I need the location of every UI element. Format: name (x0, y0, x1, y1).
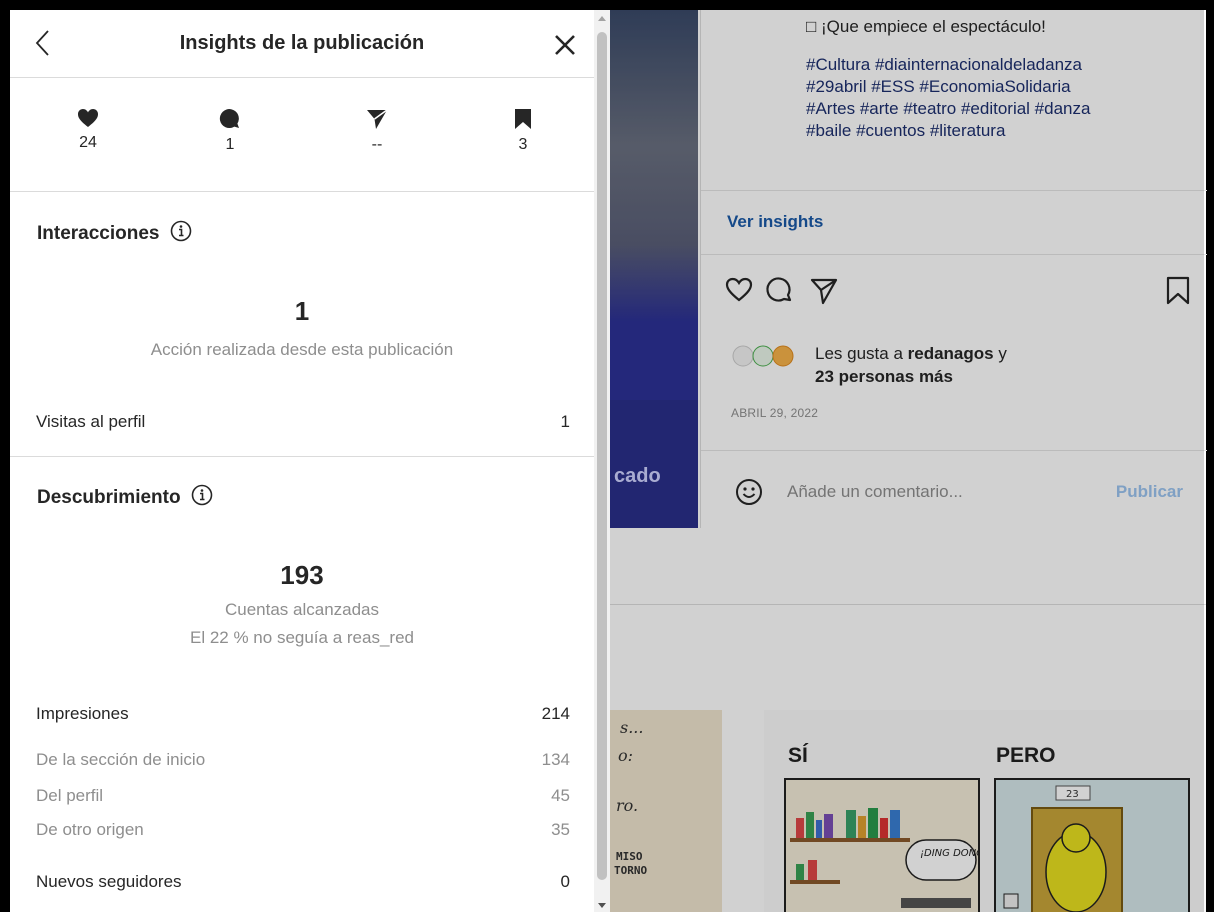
info-icon[interactable] (170, 220, 192, 242)
liker-avatars-icon (732, 345, 794, 367)
scroll-down-arrow-icon[interactable] (598, 903, 606, 908)
saves-stat: 3 (493, 108, 553, 154)
like-heart-icon[interactable] (725, 276, 753, 304)
new-followers-row: Nuevos seguidores 0 (36, 872, 570, 892)
likes-count: 24 (79, 134, 97, 151)
impressions-breakdown-row: De otro origen 35 (36, 820, 570, 840)
likes-others[interactable]: 23 personas más (815, 367, 953, 386)
info-icon[interactable] (191, 484, 213, 506)
impressions-label: Impresiones (36, 704, 129, 723)
profile-visits-row: Visitas al perfil 1 (36, 412, 570, 432)
impressions-breakdown-row: De la sección de inicio 134 (36, 750, 570, 770)
bookmark-icon (515, 109, 531, 129)
breakdown-value: 45 (551, 786, 570, 805)
accounts-reached-caption: Cuentas alcanzadas (224, 600, 380, 619)
comic-panel-bookshelf: ¡DING DONG! (784, 778, 980, 912)
post-date: ABRIL 29, 2022 (731, 406, 819, 420)
impressions-breakdown-row: Del perfil 45 (36, 786, 570, 806)
profile-visits-label: Visitas al perfil (36, 412, 146, 431)
likes-stat: 24 (58, 108, 118, 152)
share-icon (367, 109, 388, 129)
comment-input[interactable]: Añade un comentario... (787, 482, 963, 502)
divider (610, 604, 1206, 605)
scroll-up-arrow-icon[interactable] (598, 16, 606, 21)
comments-stat: 1 (200, 108, 260, 154)
post-caption: □ ¡Que empiece el espectáculo! #Cultura … (806, 16, 1196, 142)
insights-modal: Insights de la publicación 24 1 -- 3 Int… (10, 10, 594, 912)
likes-prefix: Les gusta a (815, 344, 908, 363)
comic-bubble-text: ¡DING DONG! (920, 848, 980, 859)
discovery-title: Descubrimiento (37, 487, 181, 508)
hashtag-line[interactable]: #baile #cuentos #literatura (806, 120, 1196, 142)
comic-label-left: SÍ (788, 744, 808, 767)
door-number: 23 (1066, 789, 1079, 800)
breakdown-value: 35 (551, 820, 570, 839)
liker-username[interactable]: redanagos (908, 344, 994, 363)
shares-stat: -- (347, 108, 407, 154)
interactions-heading: Interacciones (37, 220, 192, 245)
modal-title: Insights de la publicación (179, 32, 425, 54)
saves-count: 3 (518, 136, 528, 153)
divider (10, 456, 594, 457)
comments-count: 1 (225, 136, 235, 153)
interactions-caption: Acción realizada desde esta publicación (150, 340, 454, 359)
breakdown-value: 134 (541, 750, 570, 769)
interactions-value: 1 (294, 296, 310, 326)
scrollbar-thumb[interactable] (597, 32, 607, 880)
comment-box: Añade un comentario... Publicar (725, 476, 1195, 508)
profile-visits-value: 1 (560, 412, 570, 431)
comment-bubble-icon[interactable] (765, 276, 795, 306)
comic-panel-door: 23 (994, 778, 1190, 912)
discovery-heading: Descubrimiento (37, 484, 213, 509)
divider (701, 190, 1207, 191)
accounts-reached-value: 193 (280, 560, 324, 590)
comment-icon (219, 109, 239, 129)
related-post-thumbnail[interactable]: s... o: ro. MISO TORNO (610, 710, 722, 912)
emoji-smile-icon[interactable] (735, 478, 763, 506)
post-actions (725, 276, 1195, 310)
impressions-value: 214 (541, 704, 570, 723)
view-insights-link[interactable]: Ver insights (727, 212, 823, 232)
breakdown-label: Del perfil (36, 786, 104, 805)
post-image-text: cado (614, 465, 661, 487)
divider (701, 450, 1207, 451)
modal-header: Insights de la publicación (10, 10, 594, 78)
post-details: □ ¡Que empiece el espectáculo! #Cultura … (700, 10, 1207, 528)
caption-line: □ ¡Que empiece el espectáculo! (806, 17, 1046, 36)
new-followers-label: Nuevos seguidores (36, 872, 182, 891)
publish-button[interactable]: Publicar (1116, 482, 1183, 502)
post-stats-bar: 24 1 -- 3 (10, 78, 594, 192)
share-send-icon[interactable] (809, 276, 839, 306)
modal-scrollbar[interactable] (594, 10, 610, 912)
post-image: cado (610, 10, 698, 528)
related-post-comic[interactable]: SÍ PERO ¡DING DONG! 23 (764, 710, 1206, 912)
close-icon[interactable] (554, 34, 576, 56)
likes-suffix: y (993, 344, 1007, 363)
breakdown-label: De la sección de inicio (36, 750, 206, 769)
impressions-row: Impresiones 214 (36, 704, 570, 724)
hashtag-line[interactable]: #29abril #ESS #EconomiaSolidaria (806, 76, 1196, 98)
shares-count: -- (371, 136, 383, 153)
breakdown-label: De otro origen (36, 820, 144, 839)
non-followers-caption: El 22 % no seguía a reas_red (190, 628, 414, 647)
divider (701, 254, 1207, 255)
save-bookmark-icon[interactable] (1165, 276, 1191, 306)
hashtag-line[interactable]: #Cultura #diainternacionaldeladanza (806, 54, 1196, 76)
interactions-title: Interacciones (37, 223, 160, 244)
hashtag-line[interactable]: #Artes #arte #teatro #editorial #danza (806, 98, 1196, 120)
heart-icon (78, 109, 98, 127)
comic-label-right: PERO (996, 744, 1056, 767)
new-followers-value: 0 (560, 872, 570, 891)
